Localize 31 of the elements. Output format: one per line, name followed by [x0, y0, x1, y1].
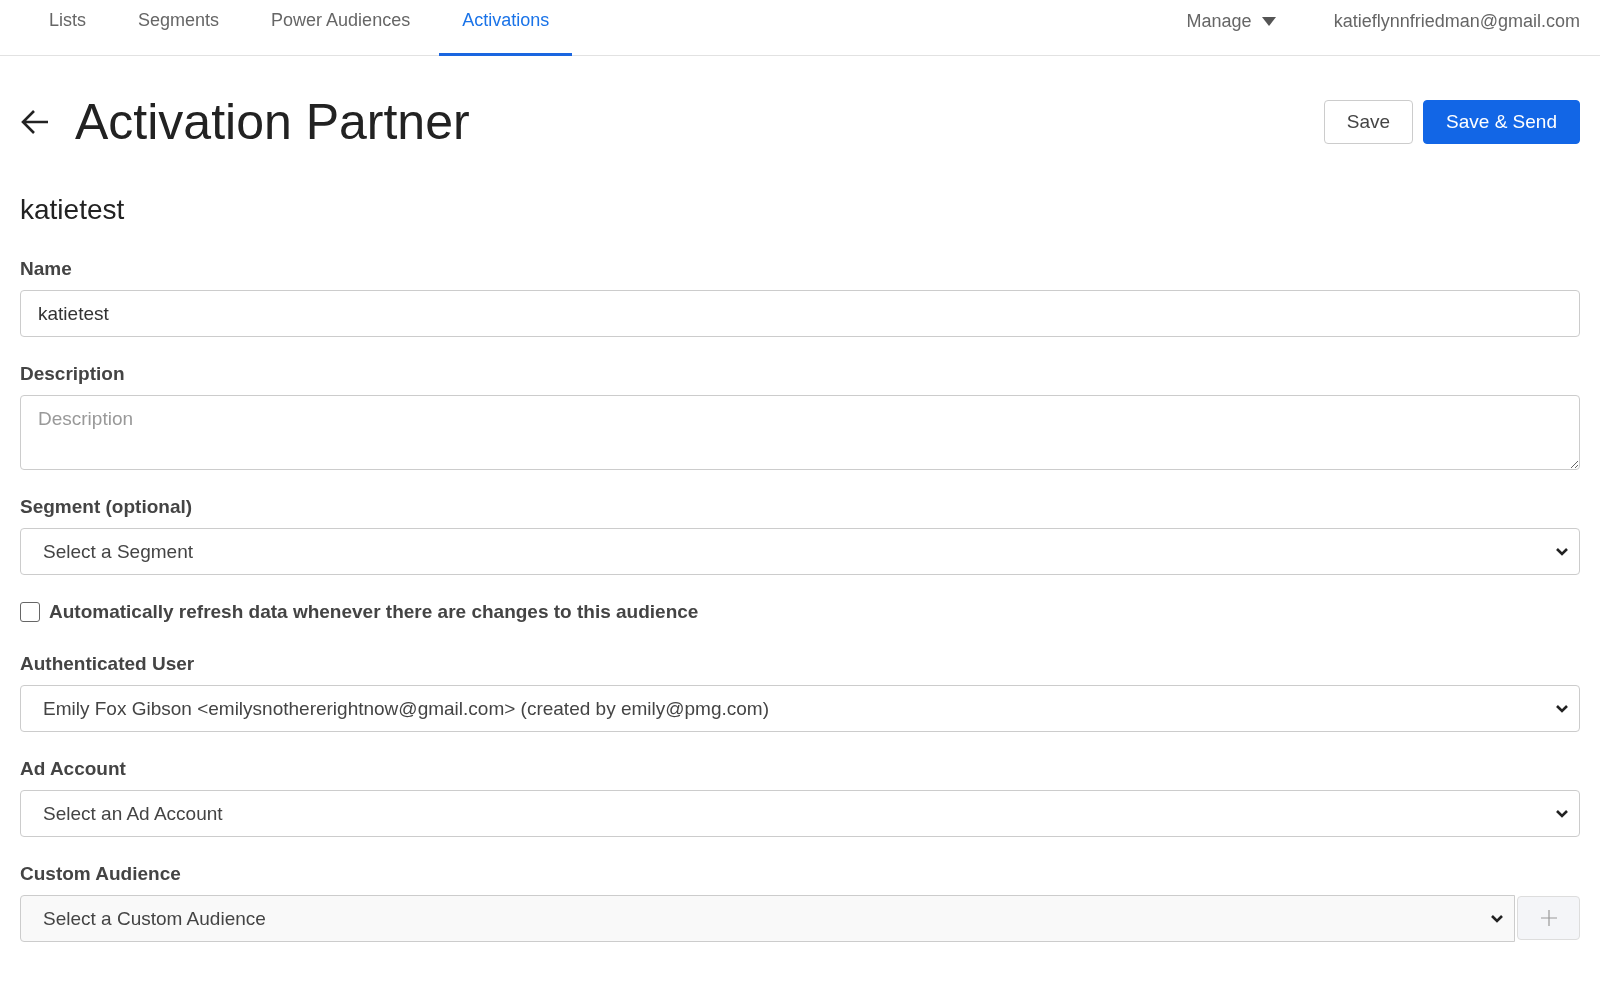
- field-label: Authenticated User: [20, 653, 196, 675]
- field-label: Segment (optional): [20, 496, 194, 518]
- caret-icon: [1261, 17, 1276, 26]
- select-dropdown[interactable]: Select an Ad Account: [20, 790, 1580, 837]
- field-label: Custom Audience: [20, 863, 182, 885]
- checkbox[interactable]: [20, 602, 40, 622]
- save-send-button[interactable]: Save & Send: [1423, 100, 1580, 144]
- page-title: Activation Partner: [75, 93, 470, 152]
- back-arrow-icon[interactable]: [20, 109, 50, 135]
- field-label: Name: [20, 258, 73, 280]
- select-dropdown[interactable]: Select a Custom Audience: [20, 895, 1515, 942]
- checkbox-label: Automatically refresh data whenever there are changes to this audience: [49, 601, 699, 623]
- field-label: Ad Account: [20, 758, 127, 780]
- select-dropdown[interactable]: Select a Segment: [20, 528, 1580, 575]
- nav-tab[interactable]: Activations: [439, 0, 573, 56]
- manage-menu[interactable]: Manage: [1186, 11, 1276, 32]
- textarea-input[interactable]: Description: [20, 395, 1580, 470]
- select-dropdown[interactable]: Emily Fox Gibson <emilysnothererightnow@gmail.com> (created by emily@pmg.com): [20, 685, 1580, 732]
- chevron-down-icon: [1490, 913, 1504, 924]
- nav-tab[interactable]: Segments: [115, 0, 243, 56]
- nav-tab[interactable]: Power Audiences: [248, 0, 434, 56]
- chevron-down-icon: [1555, 808, 1569, 819]
- chevron-down-icon: [1555, 703, 1569, 714]
- chevron-down-icon: [1555, 546, 1569, 557]
- nav-tab[interactable]: Lists: [26, 0, 109, 56]
- user-email-link[interactable]: katieflynnfriedman@gmail.com: [1333, 11, 1580, 32]
- section-title: katietest: [20, 194, 126, 226]
- field-label: Description: [20, 363, 126, 385]
- save-button[interactable]: Save: [1323, 100, 1414, 144]
- text-input[interactable]: katietest: [20, 290, 1580, 337]
- plus-icon: [1540, 910, 1557, 926]
